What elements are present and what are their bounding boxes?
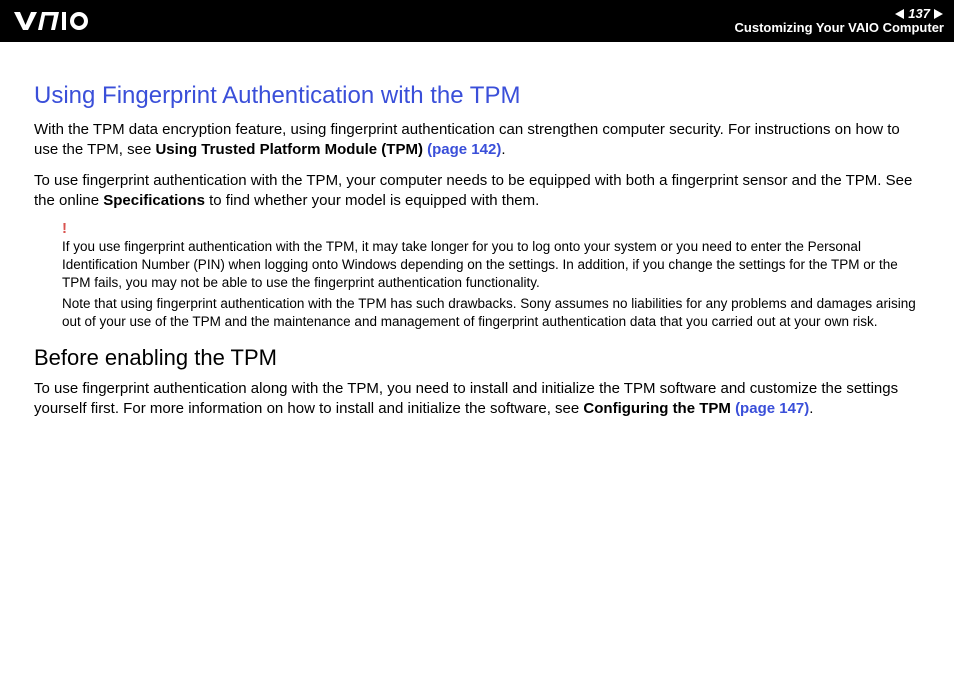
note-text-1: If you use fingerprint authentication wi… (62, 238, 920, 293)
page-title: Using Fingerprint Authentication with th… (34, 82, 920, 110)
breadcrumb: Customizing Your VAIO Computer (735, 21, 944, 35)
link-page-147[interactable]: (page 147) (735, 400, 809, 417)
vaio-logo (14, 0, 124, 42)
next-page-arrow-icon[interactable] (932, 8, 944, 20)
note-text-2: Note that using fingerprint authenticati… (62, 295, 920, 331)
text-bold: Using Trusted Platform Module (TPM) (155, 141, 427, 158)
section-subtitle: Before enabling the TPM (34, 345, 920, 371)
page-header: 137 Customizing Your VAIO Computer (0, 0, 954, 42)
text-bold: Specifications (103, 192, 205, 209)
text-fragment: . (809, 400, 813, 417)
text-fragment: to find whether your model is equipped w… (205, 192, 539, 209)
page-content: Using Fingerprint Authentication with th… (0, 42, 954, 420)
paragraph-intro: With the TPM data encryption feature, us… (34, 120, 920, 161)
prev-page-arrow-icon[interactable] (894, 8, 906, 20)
paragraph-before-enabling: To use fingerprint authentication along … (34, 379, 920, 420)
paragraph-requirements: To use fingerprint authentication with t… (34, 171, 920, 212)
text-fragment: . (501, 141, 505, 158)
page-navigation: 137 (894, 7, 944, 21)
header-right: 137 Customizing Your VAIO Computer (735, 7, 944, 36)
page-number: 137 (908, 7, 930, 21)
warning-note: ! If you use fingerprint authentication … (34, 221, 920, 331)
text-bold: Configuring the TPM (583, 400, 735, 417)
warning-icon: ! (62, 221, 920, 236)
link-page-142[interactable]: (page 142) (427, 141, 501, 158)
